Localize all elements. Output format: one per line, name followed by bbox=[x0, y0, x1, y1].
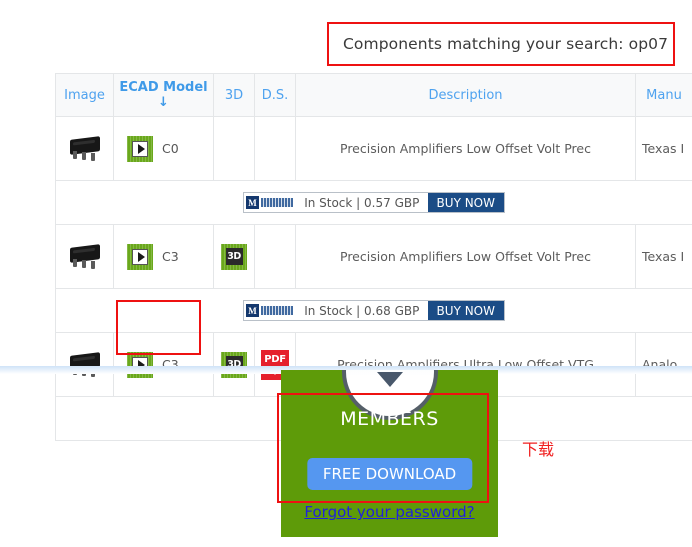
cell-manufacturer: Texas I bbox=[635, 116, 692, 181]
cell-datasheet bbox=[254, 116, 296, 181]
mouser-wordmark bbox=[261, 198, 293, 207]
mouser-mark: M bbox=[246, 304, 259, 317]
cell-description: Precision Amplifiers Low Offset Volt Pre… bbox=[295, 116, 636, 181]
stock-status-text: In Stock | 0.68 GBP bbox=[304, 303, 420, 318]
table-row[interactable]: C0 Precision Amplifiers Low Offset Volt … bbox=[55, 116, 692, 181]
buy-row: M In Stock | 0.68 GBP BUY NOW bbox=[55, 288, 692, 333]
cell-image[interactable] bbox=[55, 332, 114, 397]
cell-3d[interactable]: 3D bbox=[213, 332, 255, 397]
table-header-row: Image ECAD Model ↓ 3D D.S. Description M… bbox=[55, 73, 692, 117]
search-results-banner: Components matching your search: op07 bbox=[327, 22, 675, 66]
mouser-mark: M bbox=[246, 196, 259, 209]
buy-now-button[interactable]: BUY NOW bbox=[427, 193, 504, 212]
mouser-logo-icon: M bbox=[244, 301, 296, 320]
cell-3d bbox=[213, 116, 255, 181]
buy-now-button[interactable]: BUY NOW bbox=[427, 301, 504, 320]
buy-row: M In Stock | 0.57 GBP BUY NOW bbox=[55, 180, 692, 225]
vendor-offer-strip: M In Stock | 0.57 GBP BUY NOW bbox=[243, 192, 505, 213]
header-description[interactable]: Description bbox=[295, 73, 636, 117]
cell-buy-strip: M In Stock | 0.68 GBP BUY NOW bbox=[55, 288, 692, 333]
ecad-model-label: C0 bbox=[162, 141, 179, 156]
search-results-text: Components matching your search: op07 bbox=[343, 35, 669, 53]
cell-image[interactable] bbox=[55, 116, 114, 181]
table-header: Image ECAD Model ↓ 3D D.S. Description M… bbox=[55, 73, 692, 117]
play-icon[interactable] bbox=[127, 243, 153, 270]
cell-description: Precision Amplifiers Low Offset Volt Pre… bbox=[295, 224, 636, 289]
header-manufacturer[interactable]: Manu bbox=[635, 73, 692, 117]
header-3d[interactable]: 3D bbox=[213, 73, 255, 117]
description-text: Precision Amplifiers Low Offset Volt Pre… bbox=[340, 141, 591, 156]
ecad-model-label: C3 bbox=[162, 249, 179, 264]
vendor-offer-strip: M In Stock | 0.68 GBP BUY NOW bbox=[243, 300, 505, 321]
members-title: MEMBERS bbox=[340, 408, 439, 430]
header-datasheet[interactable]: D.S. bbox=[254, 73, 296, 117]
cell-buy-strip: M In Stock | 0.57 GBP BUY NOW bbox=[55, 180, 692, 225]
header-ecad-model[interactable]: ECAD Model ↓ bbox=[113, 73, 214, 117]
annotation-download-label: 下载 bbox=[522, 440, 555, 459]
ic-package-icon bbox=[65, 135, 105, 162]
manufacturer-text: Texas I bbox=[642, 141, 685, 156]
ic-package-icon bbox=[65, 243, 105, 270]
mouser-wordmark bbox=[261, 306, 293, 315]
play-icon[interactable] bbox=[127, 135, 153, 162]
cell-ecad-model[interactable]: C0 bbox=[113, 116, 214, 181]
cell-ecad-model[interactable]: C3 bbox=[113, 332, 214, 397]
free-download-button[interactable]: FREE DOWNLOAD bbox=[306, 458, 473, 490]
stock-status-text: In Stock | 0.57 GBP bbox=[304, 195, 420, 210]
page-root: Components matching your search: op07 Im… bbox=[0, 0, 692, 547]
table-row[interactable]: C3 3D Precision Amplifiers Low Offset Vo… bbox=[55, 224, 692, 289]
members-panel: MEMBERS FREE DOWNLOAD Forgot your passwo… bbox=[281, 370, 498, 537]
description-text: Precision Amplifiers Low Offset Volt Pre… bbox=[340, 249, 591, 264]
three-d-icon[interactable]: 3D bbox=[221, 243, 247, 270]
cell-3d[interactable]: 3D bbox=[213, 224, 255, 289]
mouser-logo-icon: M bbox=[244, 193, 296, 212]
cell-manufacturer: Analo bbox=[635, 332, 692, 397]
cell-image[interactable] bbox=[55, 224, 114, 289]
header-image[interactable]: Image bbox=[55, 73, 114, 117]
cell-manufacturer: Texas I bbox=[635, 224, 692, 289]
cell-datasheet bbox=[254, 224, 296, 289]
cell-ecad-model[interactable]: C3 bbox=[113, 224, 214, 289]
manufacturer-text: Texas I bbox=[642, 249, 685, 264]
forgot-password-link[interactable]: Forgot your password? bbox=[281, 503, 498, 521]
